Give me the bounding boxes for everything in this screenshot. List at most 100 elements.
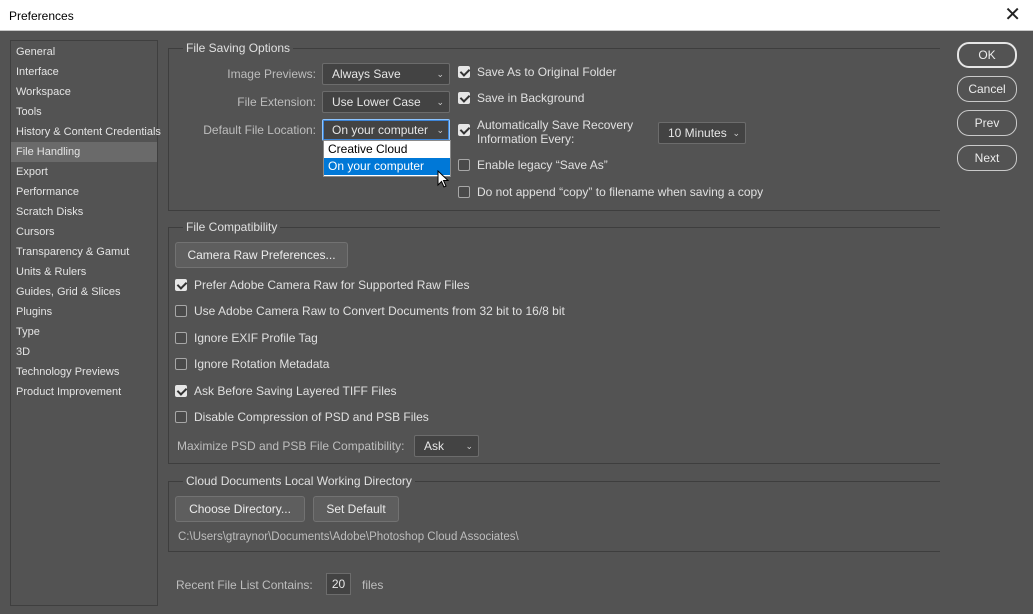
section-divider bbox=[168, 551, 940, 552]
no-copy-label: Do not append “copy” to filename when sa… bbox=[477, 185, 764, 199]
sidebar-item-general[interactable]: General bbox=[11, 42, 157, 62]
auto-save-checkbox[interactable] bbox=[458, 124, 477, 136]
compat-option-label: Use Adobe Camera Raw to Convert Document… bbox=[194, 304, 565, 318]
file-extension-select[interactable]: Use Lower Case ⌄ bbox=[322, 91, 450, 113]
window-title: Preferences bbox=[9, 9, 74, 23]
cloud-directory-path: C:\Users\gtraynor\Documents\Adobe\Photos… bbox=[178, 531, 519, 543]
legacy-save-as-checkbox[interactable]: Enable legacy “Save As” bbox=[458, 158, 608, 172]
file-extension-label: File Extension: bbox=[237, 95, 316, 109]
file-compat-title: File Compatibility bbox=[183, 220, 281, 234]
sidebar-item-guides-grid-slices[interactable]: Guides, Grid & Slices bbox=[11, 282, 157, 302]
section-divider bbox=[168, 210, 940, 211]
dropdown-option-on-your-computer[interactable]: On your computer bbox=[324, 158, 450, 175]
section-border bbox=[168, 481, 169, 551]
no-copy-checkbox[interactable]: Do not append “copy” to filename when sa… bbox=[458, 185, 763, 199]
close-icon[interactable]: ✕ bbox=[1004, 5, 1021, 25]
maximize-value: Ask bbox=[424, 439, 445, 453]
set-default-button[interactable]: Set Default bbox=[313, 496, 399, 522]
section-divider bbox=[168, 227, 940, 228]
image-previews-label: Image Previews: bbox=[227, 67, 316, 81]
sidebar-item-interface[interactable]: Interface bbox=[11, 62, 157, 82]
checkmark-icon bbox=[175, 279, 187, 291]
default-location-value: On your computer bbox=[332, 123, 429, 137]
sidebar-item-export[interactable]: Export bbox=[11, 162, 157, 182]
checkbox-box bbox=[175, 332, 187, 344]
maximize-select[interactable]: Ask ⌄ bbox=[414, 435, 479, 457]
checkbox-box bbox=[175, 411, 187, 423]
next-button[interactable]: Next bbox=[957, 145, 1017, 171]
auto-save-label: Automatically Save Recovery Information … bbox=[477, 118, 633, 146]
compat-option-label: Disable Compression of PSD and PSB Files bbox=[194, 410, 429, 424]
compat-option-checkbox[interactable]: Ignore Rotation Metadata bbox=[175, 357, 329, 371]
compat-option-checkbox[interactable]: Disable Compression of PSD and PSB Files bbox=[175, 410, 429, 424]
sidebar-item-type[interactable]: Type bbox=[11, 322, 157, 342]
compat-option-checkbox[interactable]: Use Adobe Camera Raw to Convert Document… bbox=[175, 304, 565, 318]
checkmark-icon bbox=[458, 66, 470, 78]
default-location-label: Default File Location: bbox=[203, 123, 316, 137]
checkbox-box bbox=[175, 305, 187, 317]
sidebar-item-tools[interactable]: Tools bbox=[11, 102, 157, 122]
chevron-down-icon: ⌄ bbox=[732, 128, 740, 138]
sidebar-item-scratch-disks[interactable]: Scratch Disks bbox=[11, 202, 157, 222]
sidebar-item-file-handling[interactable]: File Handling bbox=[11, 142, 157, 162]
auto-save-label-line1: Automatically Save Recovery bbox=[477, 118, 634, 132]
sidebar-item-cursors[interactable]: Cursors bbox=[11, 222, 157, 242]
maximize-label: Maximize PSD and PSB File Compatibility: bbox=[177, 439, 405, 453]
checkbox-box bbox=[458, 186, 470, 198]
section-divider bbox=[168, 463, 940, 464]
checkmark-icon bbox=[458, 124, 470, 136]
chevron-down-icon: ⌄ bbox=[436, 125, 444, 135]
sidebar-item-plugins[interactable]: Plugins bbox=[11, 302, 157, 322]
compat-option-label: Ignore EXIF Profile Tag bbox=[194, 331, 318, 345]
save-in-background-label: Save in Background bbox=[477, 91, 585, 105]
default-location-select[interactable]: On your computer ⌄ bbox=[322, 119, 450, 141]
title-bar: Preferences ✕ bbox=[0, 0, 1033, 31]
prev-button[interactable]: Prev bbox=[957, 110, 1017, 136]
recent-files-label: Recent File List Contains: bbox=[176, 578, 313, 592]
chevron-down-icon: ⌄ bbox=[436, 69, 444, 79]
sidebar-item-technology-previews[interactable]: Technology Previews bbox=[11, 362, 157, 382]
image-previews-value: Always Save bbox=[332, 67, 401, 81]
sidebar-item-history-content-credentials[interactable]: History & Content Credentials bbox=[11, 122, 161, 142]
checkmark-icon bbox=[175, 385, 187, 397]
checkbox-box bbox=[458, 159, 470, 171]
compat-option-checkbox[interactable]: Prefer Adobe Camera Raw for Supported Ra… bbox=[175, 278, 469, 292]
auto-save-interval-select[interactable]: 10 Minutes ⌄ bbox=[658, 122, 746, 144]
save-in-background-checkbox[interactable]: Save in Background bbox=[458, 91, 584, 105]
checkbox-box bbox=[175, 358, 187, 370]
legacy-save-as-label: Enable legacy “Save As” bbox=[477, 158, 608, 172]
recent-files-input[interactable]: 20 bbox=[326, 573, 351, 595]
cancel-button[interactable]: Cancel bbox=[957, 76, 1017, 102]
save-as-original-label: Save As to Original Folder bbox=[477, 65, 617, 79]
file-extension-value: Use Lower Case bbox=[332, 95, 421, 109]
camera-raw-preferences-button[interactable]: Camera Raw Preferences... bbox=[175, 242, 348, 268]
chevron-down-icon: ⌄ bbox=[436, 97, 444, 107]
save-as-original-checkbox[interactable]: Save As to Original Folder bbox=[458, 65, 616, 79]
mouse-pointer-icon bbox=[437, 170, 450, 188]
default-location-dropdown: Creative Cloud On your computer bbox=[323, 140, 451, 177]
sidebar-item-units-rulers[interactable]: Units & Rulers bbox=[11, 262, 157, 282]
sidebar-item-3d[interactable]: 3D bbox=[11, 342, 157, 362]
ok-button[interactable]: OK bbox=[957, 42, 1017, 68]
file-saving-title: File Saving Options bbox=[183, 41, 294, 55]
dropdown-option-creative-cloud[interactable]: Creative Cloud bbox=[324, 141, 450, 158]
sidebar-item-workspace[interactable]: Workspace bbox=[11, 82, 157, 102]
checkmark-icon bbox=[458, 92, 470, 104]
choose-directory-button[interactable]: Choose Directory... bbox=[175, 496, 305, 522]
section-border bbox=[168, 227, 169, 463]
section-border bbox=[168, 48, 169, 210]
recent-files-suffix: files bbox=[362, 578, 384, 592]
sidebar-item-transparency-gamut[interactable]: Transparency & Gamut bbox=[11, 242, 157, 262]
compat-option-label: Prefer Adobe Camera Raw for Supported Ra… bbox=[194, 278, 470, 292]
chevron-down-icon: ⌄ bbox=[465, 441, 473, 451]
sidebar-item-performance[interactable]: Performance bbox=[11, 182, 157, 202]
auto-save-interval-value: 10 Minutes bbox=[668, 126, 727, 140]
compat-option-label: Ask Before Saving Layered TIFF Files bbox=[194, 384, 397, 398]
sidebar-item-product-improvement[interactable]: Product Improvement bbox=[11, 382, 157, 402]
image-previews-select[interactable]: Always Save ⌄ bbox=[322, 63, 450, 85]
auto-save-label-line2: Information Every: bbox=[477, 132, 575, 146]
compat-option-checkbox[interactable]: Ask Before Saving Layered TIFF Files bbox=[175, 384, 397, 398]
compat-option-checkbox[interactable]: Ignore EXIF Profile Tag bbox=[175, 331, 318, 345]
cloud-docs-title: Cloud Documents Local Working Directory bbox=[183, 474, 415, 488]
preferences-sidebar: General Interface Workspace Tools History & … bbox=[10, 40, 161, 606]
